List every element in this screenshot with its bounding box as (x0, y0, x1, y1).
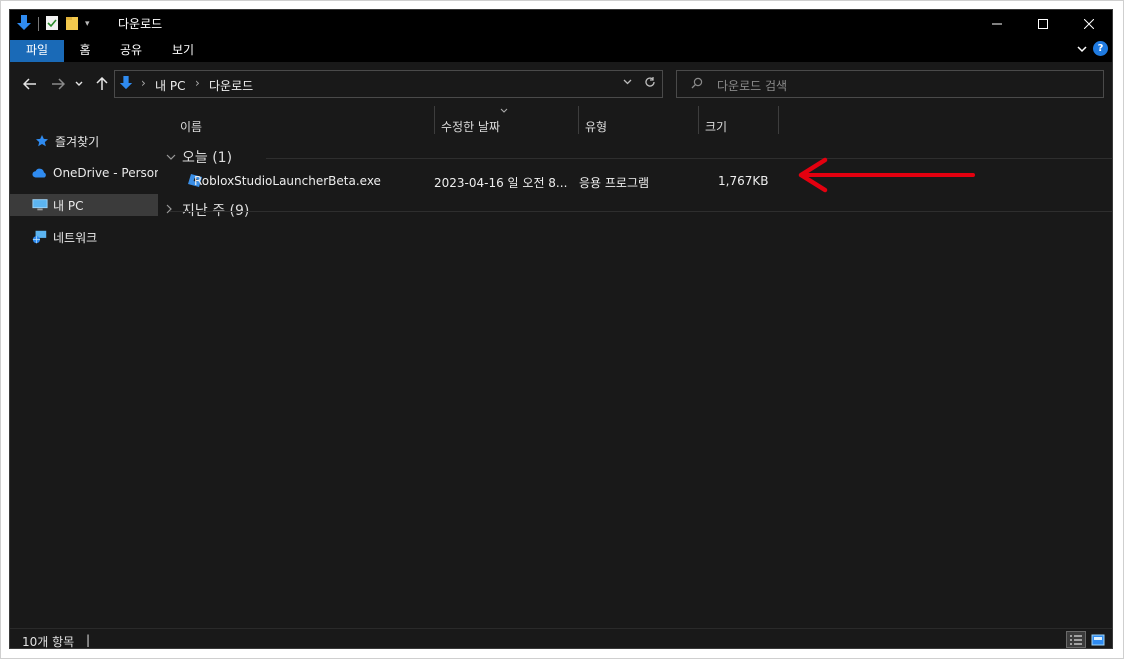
navigation-pane: 즐겨찾기 OneDrive - Persona 내 PC 네트워크 (10, 106, 158, 628)
nav-item-onedrive[interactable]: OneDrive - Persona (10, 162, 158, 184)
column-header-label: 유형 (585, 120, 608, 134)
large-icons-view-icon[interactable] (1088, 631, 1108, 648)
nav-item-network[interactable]: 네트워크 (10, 226, 158, 248)
tab-view[interactable]: 보기 (168, 40, 198, 62)
group-label: 오늘 (1) (182, 150, 233, 166)
breadcrumb-this-pc[interactable]: 내 PC (155, 77, 185, 94)
breadcrumb-chevron-icon[interactable]: › (195, 76, 200, 90)
group-header-today[interactable]: 오늘 (1) (166, 147, 232, 167)
column-header-label: 수정한 날짜 (441, 120, 501, 134)
file-name: RobloxStudioLauncherBeta.exe (194, 174, 381, 188)
chevron-right-icon (166, 204, 182, 217)
maximize-button[interactable] (1020, 10, 1066, 38)
tab-share[interactable]: 공유 (116, 40, 146, 62)
customize-toolbar-icon[interactable]: ▾ (85, 19, 90, 29)
sort-ascending-icon (500, 106, 508, 116)
group-label: 지난 주 (9) (182, 203, 250, 219)
nav-item-label: OneDrive - Persona (53, 166, 158, 180)
file-explorer-window: ▾ 다운로드 파일 홈 공유 보기 ? › 내 PC › 다운로드 다운로드 검… (9, 9, 1113, 649)
group-header-last-week[interactable]: 지난 주 (9) (166, 200, 249, 220)
status-separator: | (86, 633, 91, 647)
column-header-size[interactable]: 크기 (699, 106, 778, 140)
address-bar[interactable]: › 내 PC › 다운로드 (114, 70, 663, 98)
title-bar: ▾ 다운로드 (10, 10, 1112, 38)
onedrive-icon (32, 165, 48, 181)
window-title: 다운로드 (118, 17, 163, 31)
file-row[interactable]: RobloxStudioLauncherBeta.exe 2023-04-16 … (174, 170, 824, 192)
details-view-icon[interactable] (1066, 631, 1086, 648)
search-icon (691, 77, 703, 92)
expand-ribbon-chevron-icon[interactable] (1077, 42, 1087, 56)
close-button[interactable] (1066, 10, 1112, 38)
back-arrow-icon[interactable] (20, 74, 40, 94)
navigation-bar: › 내 PC › 다운로드 다운로드 검색 (10, 62, 1112, 106)
file-date-modified: 2023-04-16 일 오전 8... (434, 176, 568, 190)
tab-file[interactable]: 파일 (10, 40, 64, 62)
ribbon-right-controls: ? (1077, 41, 1108, 56)
nav-item-label: 네트워크 (53, 230, 98, 245)
group-divider-line (170, 211, 1112, 212)
downloads-folder-icon (16, 14, 32, 35)
search-placeholder: 다운로드 검색 (717, 79, 788, 93)
minimize-button[interactable] (974, 10, 1020, 38)
quick-access-toolbar: ▾ (16, 14, 90, 34)
forward-arrow-icon[interactable] (48, 74, 68, 94)
nav-item-this-pc[interactable]: 내 PC (10, 194, 158, 216)
file-type: 응용 프로그램 (579, 176, 650, 190)
properties-icon[interactable] (45, 15, 59, 34)
downloads-location-icon (119, 75, 133, 94)
up-arrow-icon[interactable] (92, 74, 112, 94)
this-pc-icon (32, 197, 48, 213)
network-icon (32, 229, 48, 245)
window-controls (974, 10, 1112, 38)
column-header-label: 이름 (180, 120, 203, 134)
recent-locations-chevron-icon[interactable] (72, 74, 86, 94)
breadcrumb-downloads[interactable]: 다운로드 (209, 77, 253, 94)
toolbar-separator (38, 17, 39, 31)
screenshot-frame: ▾ 다운로드 파일 홈 공유 보기 ? › 내 PC › 다운로드 다운로드 검… (0, 0, 1124, 659)
tab-home[interactable]: 홈 (74, 40, 96, 62)
annotation-arrow-icon (795, 157, 977, 196)
view-toggle (1066, 631, 1108, 648)
new-folder-icon[interactable] (65, 15, 79, 34)
refresh-icon[interactable] (644, 76, 656, 92)
column-divider[interactable] (778, 106, 779, 134)
column-header-name[interactable]: 이름 (160, 106, 434, 140)
item-count: 10개 항목 (22, 635, 75, 649)
chevron-down-icon (166, 152, 182, 163)
file-size: 1,767KB (718, 174, 769, 188)
help-icon[interactable]: ? (1093, 41, 1108, 56)
ribbon-tabs: 파일 홈 공유 보기 ? (10, 38, 1112, 62)
nav-item-label: 내 PC (53, 198, 84, 213)
star-icon (34, 133, 50, 149)
column-header-label: 크기 (705, 120, 728, 134)
search-box[interactable]: 다운로드 검색 (676, 70, 1104, 98)
address-history-chevron-icon[interactable] (623, 77, 632, 88)
nav-item-quick-access[interactable]: 즐겨찾기 (10, 130, 158, 152)
breadcrumb-chevron-icon[interactable]: › (141, 76, 146, 90)
status-bar: 10개 항목 | (10, 628, 1112, 649)
nav-item-label: 즐겨찾기 (55, 134, 100, 149)
group-divider-line (266, 158, 1112, 159)
column-header-type[interactable]: 유형 (579, 106, 698, 140)
